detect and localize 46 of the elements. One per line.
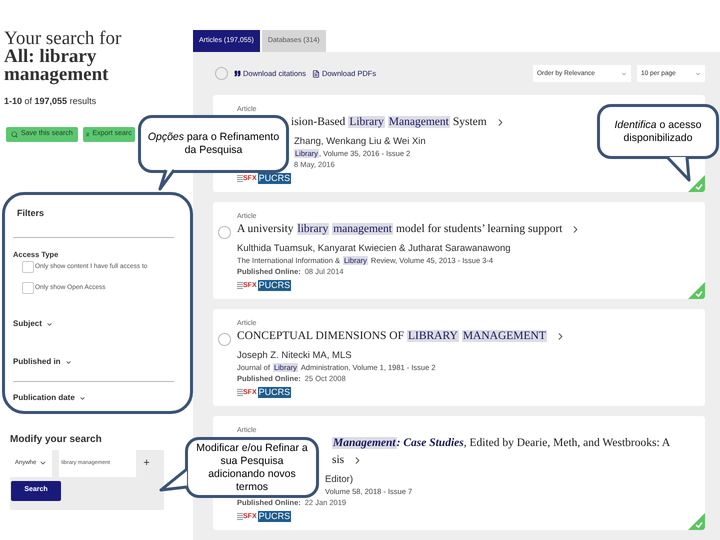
- callout-bubble: Opções para o Refinamento da Pesquisa: [138, 115, 289, 173]
- results-count: 1-10 of 197,055 results: [4, 95, 98, 108]
- chevron-down-icon: [46, 320, 53, 328]
- checkbox[interactable]: [22, 282, 34, 294]
- library-label: PUCRS: [258, 387, 292, 398]
- result-title[interactable]: Management: Case Studies, Edited by Dearie, Meth, and Westbrooks: A: [332, 435, 670, 452]
- chevron-down-icon: [695, 70, 701, 76]
- result-authors: Joseph Z. Nitecki MA, MLS: [237, 350, 353, 362]
- list-icon: [237, 389, 243, 396]
- add-term-button[interactable]: +: [143, 454, 150, 472]
- library-label: PUCRS: [258, 511, 292, 522]
- result-title[interactable]: ision-Based Library Management System: [291, 114, 487, 131]
- document-icon: [86, 130, 90, 138]
- result-title[interactable]: A university library management model for students’ learning support: [237, 221, 562, 238]
- filter-section[interactable]: Subject: [13, 318, 53, 330]
- query-heading: All: library: [4, 48, 98, 66]
- chevron-down-icon: [64, 358, 72, 366]
- library-label: PUCRS: [258, 280, 292, 291]
- result-authors: Kulthida Tuamsuk, Kanyarat Kwiecien & Jutharat Sarawanawong: [237, 243, 512, 255]
- search-heading: Your search for: [4, 30, 122, 48]
- checkbox[interactable]: [22, 261, 34, 274]
- select-checkbox[interactable]: [218, 226, 231, 239]
- list-icon: [237, 175, 243, 182]
- result-authors: Zhang, Wenkang Liu & Wei Xin: [294, 136, 427, 148]
- chevron-down-icon: [621, 70, 627, 76]
- result-title[interactable]: sis: [332, 452, 344, 469]
- callout-bubble: Identifica o acesso disponibilizado: [597, 104, 719, 159]
- filter-section[interactable]: Publication date: [13, 392, 86, 404]
- filter-section[interactable]: Published in: [13, 356, 72, 368]
- select-checkbox[interactable]: [218, 333, 231, 346]
- chevron-down-icon: [39, 459, 48, 467]
- filters-title: Filters: [17, 206, 46, 220]
- query-heading: management: [4, 66, 110, 84]
- modify-title: Modify your search: [10, 432, 103, 446]
- list-icon: [237, 513, 243, 520]
- chevron-down-icon: [78, 394, 86, 402]
- select-all-checkbox[interactable]: [215, 67, 228, 80]
- result-title[interactable]: CONCEPTUAL DIMENSIONS OF LIBRARY MANAGEMENT: [237, 328, 547, 345]
- list-icon: [237, 282, 243, 289]
- document-icon: [312, 70, 320, 78]
- callout-bubble: Modificar e/ou Refinar a sua Pesquisa adicionando novos termos: [185, 437, 319, 498]
- quote-icon: [234, 70, 241, 77]
- library-label: PUCRS: [258, 173, 292, 184]
- callout-pointer: [665, 156, 693, 182]
- result-authors: Editor): [325, 474, 354, 486]
- search-icon: [11, 130, 18, 138]
